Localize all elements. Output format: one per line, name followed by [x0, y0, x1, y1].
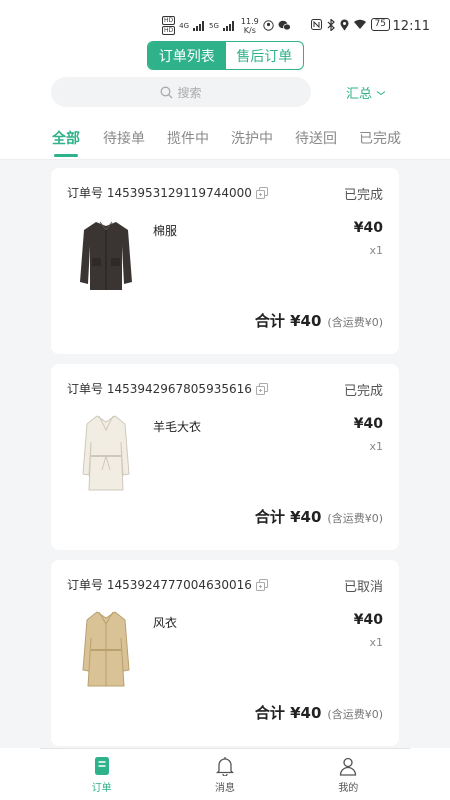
tab-picking-up[interactable]: 揽件中	[167, 128, 209, 148]
net-speed-value: 11.9	[240, 16, 259, 26]
status-left: HD HD 4G 5G 11.9 K/s	[162, 16, 291, 35]
summary-dropdown[interactable]: 汇总	[346, 83, 386, 102]
order-number-text: 订单号 1453924777004630016	[67, 578, 252, 592]
order-number: 订单号 1453924777004630016	[67, 576, 268, 593]
nav-messages-label: 消息	[214, 782, 235, 794]
order-number: 订单号 1453953129119744000	[67, 184, 268, 201]
clock: 12:11	[392, 19, 430, 34]
item-price: ¥40	[353, 416, 383, 432]
shipping-note: (含运费¥0)	[327, 512, 383, 525]
signal-icon-2	[222, 20, 234, 31]
nav-orders[interactable]: 订单	[40, 749, 163, 800]
order-card[interactable]: 订单号 1453924777004630016 已取消 风衣 ¥40 x1 合计…	[51, 560, 399, 746]
total-amount: 合计 ¥40	[254, 704, 322, 722]
shipping-note: (含运费¥0)	[327, 708, 383, 721]
bottom-nav-background	[410, 748, 450, 800]
bottom-nav: 订单 消息 我的	[40, 748, 410, 800]
status-bar: HD HD 4G 5G 11.9 K/s 75 12:11	[0, 0, 450, 40]
order-card[interactable]: 订单号 1453942967805935616 已完成 羊毛大衣 ¥40 x1 …	[51, 364, 399, 550]
battery-indicator: 75	[370, 18, 390, 31]
chevron-down-icon	[376, 90, 386, 95]
bell-icon	[215, 756, 235, 776]
tab-completed[interactable]: 已完成	[359, 128, 401, 148]
item-price: ¥40	[353, 220, 383, 236]
order-status: 已完成	[343, 188, 383, 203]
order-number-text: 订单号 1453953129119744000	[67, 186, 252, 200]
search-icon	[161, 86, 173, 98]
total-amount: 合计 ¥40	[254, 312, 322, 330]
nav-profile-label: 我的	[338, 782, 359, 794]
item-quantity: x1	[369, 440, 383, 453]
copy-icon[interactable]	[255, 382, 268, 395]
net-speed-unit: K/s	[243, 25, 256, 35]
item-quantity: x1	[369, 244, 383, 257]
item-price: ¥40	[353, 612, 383, 628]
wechat-icon	[278, 20, 291, 31]
shipping-note: (含运费¥0)	[327, 316, 383, 329]
item-thumbnail	[67, 410, 145, 494]
padded-jacket-image	[80, 221, 132, 290]
tab-pending-accept[interactable]: 待接单	[103, 128, 145, 148]
status-tabs: 全部 待接单 揽件中 洗护中 待送回 已完成	[0, 124, 450, 160]
order-number: 订单号 1453942967805935616	[67, 380, 268, 397]
item-name: 风衣	[153, 616, 178, 630]
tab-order-list[interactable]: 订单列表	[148, 42, 226, 69]
order-status: 已完成	[343, 384, 383, 399]
status-right: 75	[310, 18, 390, 31]
signal-icon	[193, 20, 205, 31]
bottom-nav-background	[0, 748, 40, 800]
item-quantity: x1	[369, 636, 383, 649]
tab-aftersale-orders[interactable]: 售后订单	[226, 42, 304, 69]
tab-washing[interactable]: 洗护中	[231, 128, 273, 148]
nav-orders-label: 订单	[91, 782, 112, 794]
item-thumbnail	[67, 214, 145, 298]
search-placeholder: 搜索	[177, 85, 202, 100]
order-type-toggle: 订单列表 售后订单	[147, 41, 304, 70]
face-icon	[263, 20, 274, 31]
header: 订单列表 售后订单 搜索 汇总 全部 待接单 揽件中 洗护中 待送回 已完成	[0, 40, 450, 160]
network-label-2: 5G	[209, 21, 219, 30]
total-amount: 合计 ¥40	[254, 508, 322, 526]
nav-messages[interactable]: 消息	[163, 749, 286, 800]
tab-returning[interactable]: 待送回	[295, 128, 337, 148]
copy-icon[interactable]	[255, 186, 268, 199]
user-icon	[340, 757, 357, 776]
trench-coat-image	[82, 611, 130, 687]
order-icon	[94, 756, 109, 775]
search-input[interactable]: 搜索	[51, 77, 311, 107]
copy-icon[interactable]	[255, 578, 268, 591]
order-status: 已取消	[343, 580, 383, 595]
wool-coat-image	[82, 415, 130, 491]
hd-badge-2: HD	[162, 26, 176, 35]
nfc-icon	[310, 19, 322, 30]
item-name: 棉服	[153, 224, 178, 238]
active-tab-indicator	[54, 154, 78, 157]
item-name: 羊毛大衣	[153, 420, 202, 434]
network-label: 4G	[179, 21, 190, 30]
item-thumbnail	[67, 606, 145, 690]
order-number-text: 订单号 1453942967805935616	[67, 382, 252, 396]
bluetooth-icon	[327, 18, 335, 31]
location-icon	[340, 19, 349, 30]
hd-badge: HD	[162, 16, 176, 25]
summary-label: 汇总	[346, 87, 373, 102]
net-speed: 11.9 K/s	[241, 17, 259, 35]
nav-profile[interactable]: 我的	[287, 749, 410, 800]
tab-all[interactable]: 全部	[52, 128, 80, 148]
order-card[interactable]: 订单号 1453953129119744000 已完成 棉服 ¥40 x1 合计…	[51, 168, 399, 354]
order-total: 合计 ¥40 (含运费¥0)	[255, 506, 383, 527]
order-total: 合计 ¥40 (含运费¥0)	[255, 702, 383, 723]
order-total: 合计 ¥40 (含运费¥0)	[255, 310, 383, 331]
wifi-icon	[353, 19, 366, 29]
